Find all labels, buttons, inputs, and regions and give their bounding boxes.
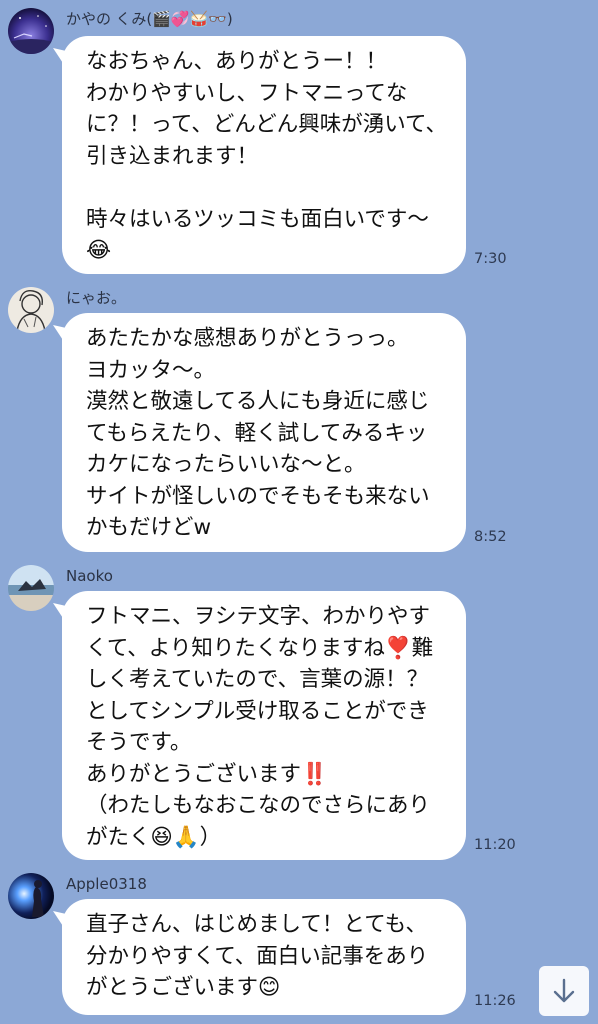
message-text: あたたかな感想ありがとうっっ。 ヨカッタ〜。 漠然と敬遠してる人にも身近に感じて… [86, 326, 430, 540]
message-bubble[interactable]: フトマニ、ヲシテ文字、わかりやすくて、より知りたくなりますね❣️難しく考えていた… [62, 591, 466, 860]
chat-view[interactable]: かやの くみ(🎬💞🥁👓) なおちゃん、ありがとうー！！ わかりやすいし、フトマニ… [0, 0, 598, 1024]
message-bubble[interactable]: なおちゃん、ありがとうー！！ わかりやすいし、フトマニってなに？！って、どんどん… [62, 36, 466, 274]
sender-name: にゃお。 [66, 289, 127, 307]
message-text: なおちゃん、ありがとうー！！ わかりやすいし、フトマニってなに？！って、どんどん… [86, 49, 447, 263]
message-bubble[interactable]: あたたかな感想ありがとうっっ。 ヨカッタ〜。 漠然と敬遠してる人にも身近に感じて… [62, 313, 466, 552]
message-text: フトマニ、ヲシテ文字、わかりやすくて、より知りたくなりますね❣️難しく考えていた… [86, 604, 434, 850]
sketch-portrait-avatar[interactable] [8, 287, 54, 333]
light-figure-avatar[interactable] [8, 873, 54, 919]
message-time: 8:52 [474, 529, 507, 545]
sender-name: Apple0318 [66, 875, 147, 893]
sender-name: Naoko [66, 567, 113, 585]
beach-sea-avatar[interactable] [8, 565, 54, 611]
message-bubble[interactable]: 直子さん、はじめまして！とても、分かりやすくて、面白い記事をありがとうございます… [62, 899, 466, 1015]
message-time: 11:20 [474, 837, 516, 853]
night-sky-avatar[interactable] [8, 8, 54, 54]
arrow-down-icon [553, 978, 575, 1003]
message-time: 11:26 [474, 993, 516, 1009]
message-text: 直子さん、はじめまして！とても、分かりやすくて、面白い記事をありがとうございます… [86, 912, 429, 1000]
scroll-to-bottom-button[interactable] [539, 966, 589, 1016]
sender-name: かやの くみ(🎬💞🥁👓) [66, 10, 233, 28]
message-time: 7:30 [474, 251, 507, 267]
